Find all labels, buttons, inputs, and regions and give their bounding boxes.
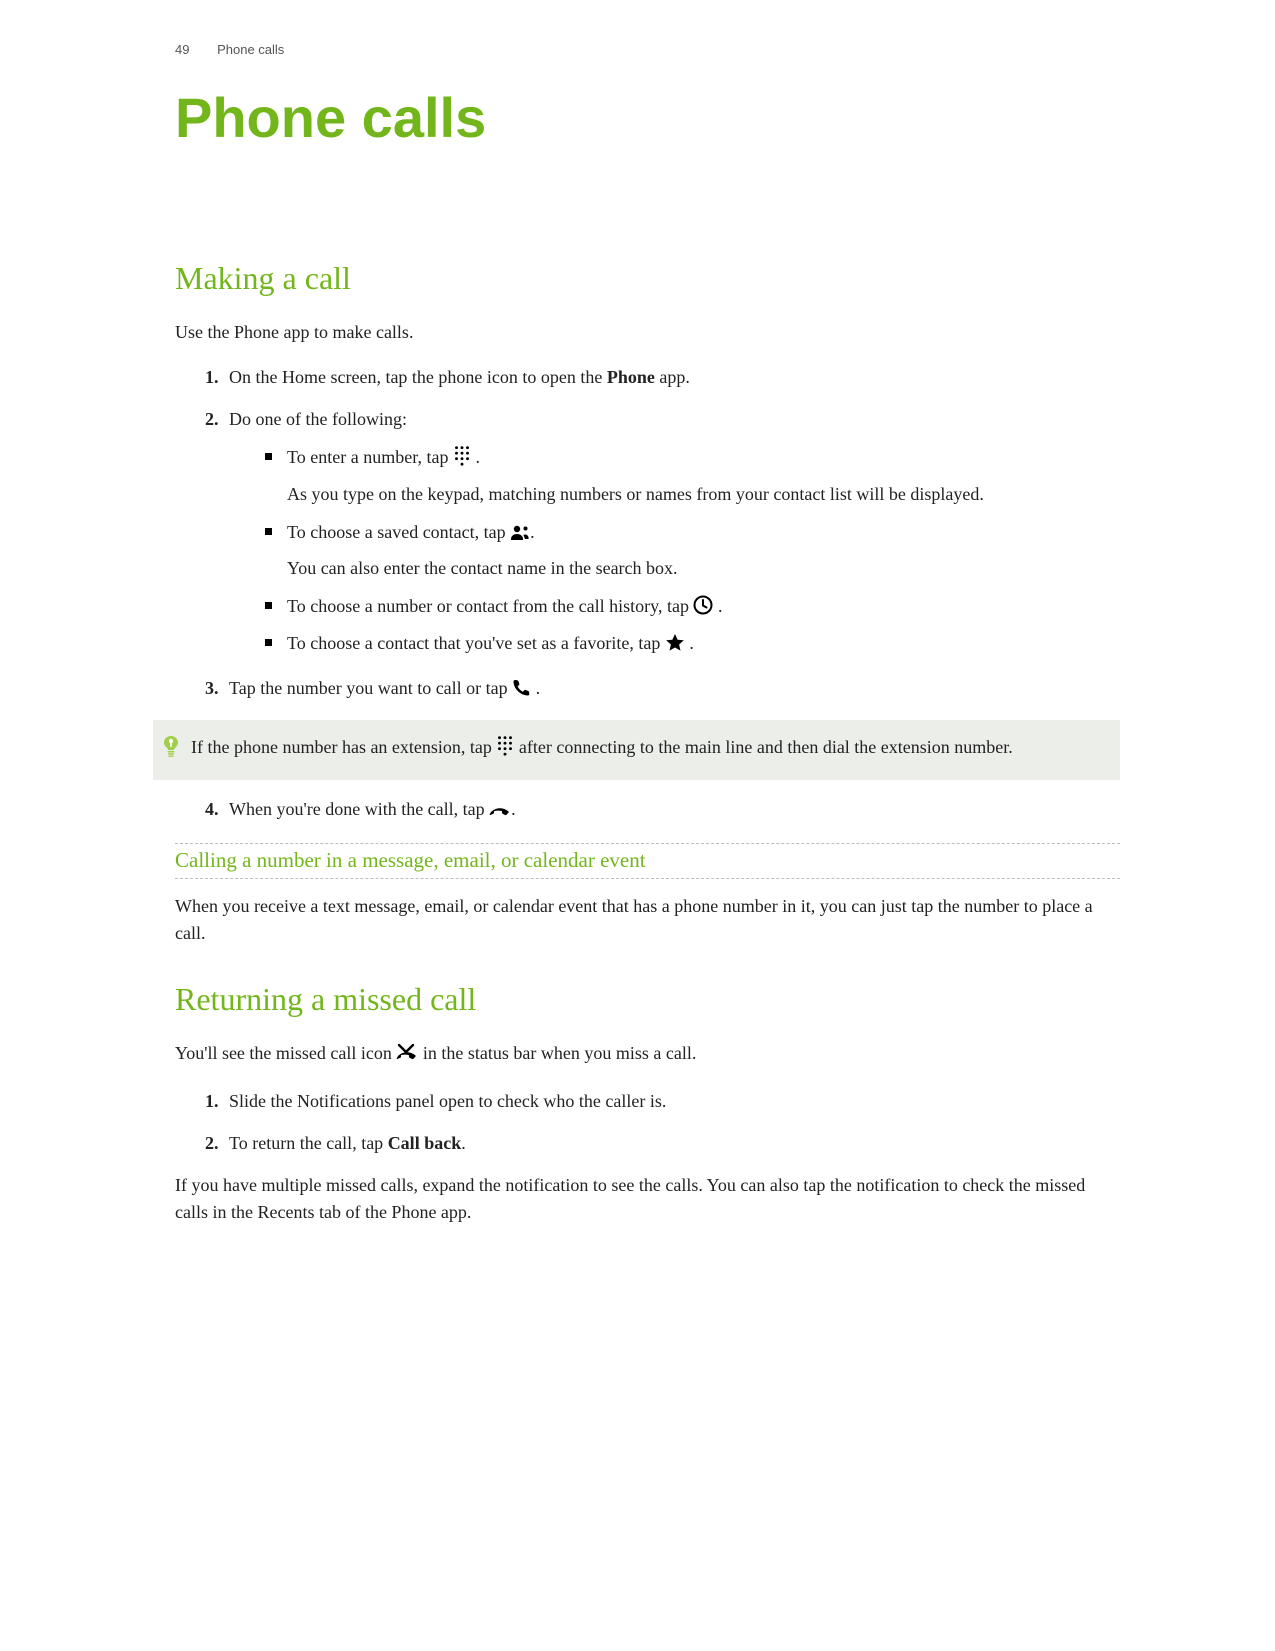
returning-missed-outro: If you have multiple missed calls, expan…	[175, 1172, 1120, 1226]
returning-missed-intro: You'll see the missed call icon in the s…	[175, 1040, 1120, 1070]
phone-icon	[512, 678, 531, 706]
subheading-calling-number-body: When you receive a text message, email, …	[175, 893, 1120, 947]
making-call-steps: On the Home screen, tap the phone icon t…	[175, 364, 1120, 706]
star-icon	[665, 633, 685, 661]
option-saved-contact: To choose a saved contact, tap . You can…	[265, 519, 1120, 584]
dialpad-icon	[496, 734, 514, 764]
missed-step-2: To return the call, tap Call back.	[223, 1130, 1120, 1158]
missed-step-1: Slide the Notifications panel open to ch…	[223, 1088, 1120, 1116]
tip-extension: If the phone number has an extension, ta…	[153, 720, 1120, 780]
returning-missed-steps: Slide the Notifications panel open to ch…	[175, 1088, 1120, 1158]
section-making-a-call-title: Making a call	[175, 260, 1120, 297]
tip-icon	[163, 734, 185, 766]
running-title: Phone calls	[217, 42, 284, 57]
step-3: Tap the number you want to call or tap .	[223, 675, 1120, 706]
option-enter-number-note: As you type on the keypad, matching numb…	[287, 481, 1120, 509]
page-number: 49	[175, 42, 189, 57]
making-call-steps-cont: When you're done with the call, tap .	[175, 796, 1120, 827]
contacts-icon	[510, 522, 530, 550]
step-4: When you're done with the call, tap .	[223, 796, 1120, 827]
option-call-history: To choose a number or contact from the c…	[265, 593, 1120, 624]
step-1: On the Home screen, tap the phone icon t…	[223, 364, 1120, 392]
tip-text: If the phone number has an extension, ta…	[191, 734, 1013, 764]
section-returning-missed-title: Returning a missed call	[175, 981, 1120, 1018]
step-2: Do one of the following: To enter a numb…	[223, 406, 1120, 661]
step-2-options: To enter a number, tap . As you type on …	[229, 444, 1120, 661]
page: 49 Phone calls Phone calls Making a call…	[0, 0, 1275, 1651]
history-icon	[693, 595, 713, 624]
hang-up-icon	[489, 799, 511, 827]
option-enter-number: To enter a number, tap . As you type on …	[265, 444, 1120, 509]
making-call-intro: Use the Phone app to make calls.	[175, 319, 1120, 346]
running-header: 49 Phone calls	[175, 42, 1120, 57]
chapter-title: Phone calls	[175, 85, 1120, 150]
option-saved-contact-note: You can also enter the contact name in t…	[287, 555, 1120, 583]
option-favorite: To choose a contact that you've set as a…	[265, 630, 1120, 661]
missed-call-icon	[396, 1042, 418, 1070]
subheading-calling-number: Calling a number in a message, email, or…	[175, 843, 1120, 879]
dialpad-icon	[453, 444, 471, 475]
